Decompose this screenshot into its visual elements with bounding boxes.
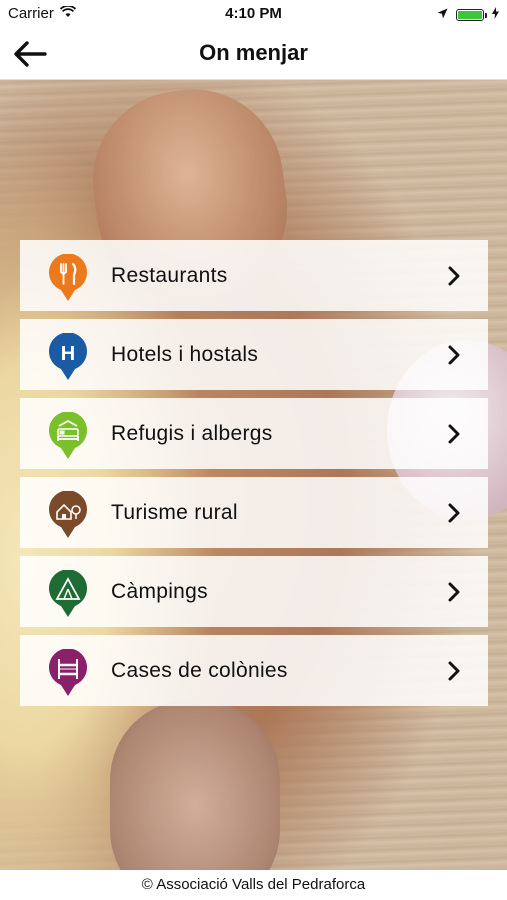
svg-text:H: H [61, 343, 75, 365]
rural-house-icon [49, 491, 87, 538]
chevron-right-icon [448, 661, 460, 681]
charging-bolt-icon [492, 6, 499, 23]
chevron-right-icon [448, 424, 460, 444]
status-time: 4:10 PM [225, 5, 282, 22]
menu-item-hotels-i-hostals[interactable]: H Hotels i hostals [20, 319, 488, 390]
chevron-right-icon [448, 266, 460, 286]
location-arrow-icon [437, 6, 448, 23]
menu-item-refugis-i-albergs[interactable]: Refugis i albergs [20, 398, 488, 469]
menu-item-campings[interactable]: Càmpings [20, 556, 488, 627]
bunk-bed-icon [49, 649, 87, 696]
footer-copyright: © Associació Valls del Pedraforca [0, 870, 507, 900]
status-bar: Carrier 4:10 PM [0, 0, 507, 28]
content-area: Restaurants H Hotels i hostals Refugis i… [0, 80, 507, 870]
page-title: On menjar [199, 40, 308, 65]
hotel-h-icon: H [49, 333, 87, 380]
tent-icon [49, 570, 87, 617]
menu-item-label: Càmpings [111, 579, 208, 603]
bed-icon [49, 412, 87, 459]
chevron-right-icon [448, 503, 460, 523]
menu-item-label: Restaurants [111, 263, 228, 287]
chevron-right-icon [448, 345, 460, 365]
menu-item-label: Hotels i hostals [111, 342, 259, 366]
menu-item-cases-de-colonies[interactable]: Cases de colònies [20, 635, 488, 706]
cutlery-icon [49, 254, 87, 301]
menu-item-label: Cases de colònies [111, 658, 288, 682]
menu-item-label: Turisme rural [111, 500, 238, 524]
navigation-bar: On menjar [0, 28, 507, 80]
chevron-right-icon [448, 582, 460, 602]
menu-item-restaurants[interactable]: Restaurants [20, 240, 488, 311]
battery-icon [456, 8, 487, 21]
menu-item-label: Refugis i albergs [111, 421, 273, 445]
menu-item-turisme-rural[interactable]: Turisme rural [20, 477, 488, 548]
status-right [437, 6, 499, 23]
category-list: Restaurants H Hotels i hostals Refugis i… [20, 240, 488, 714]
